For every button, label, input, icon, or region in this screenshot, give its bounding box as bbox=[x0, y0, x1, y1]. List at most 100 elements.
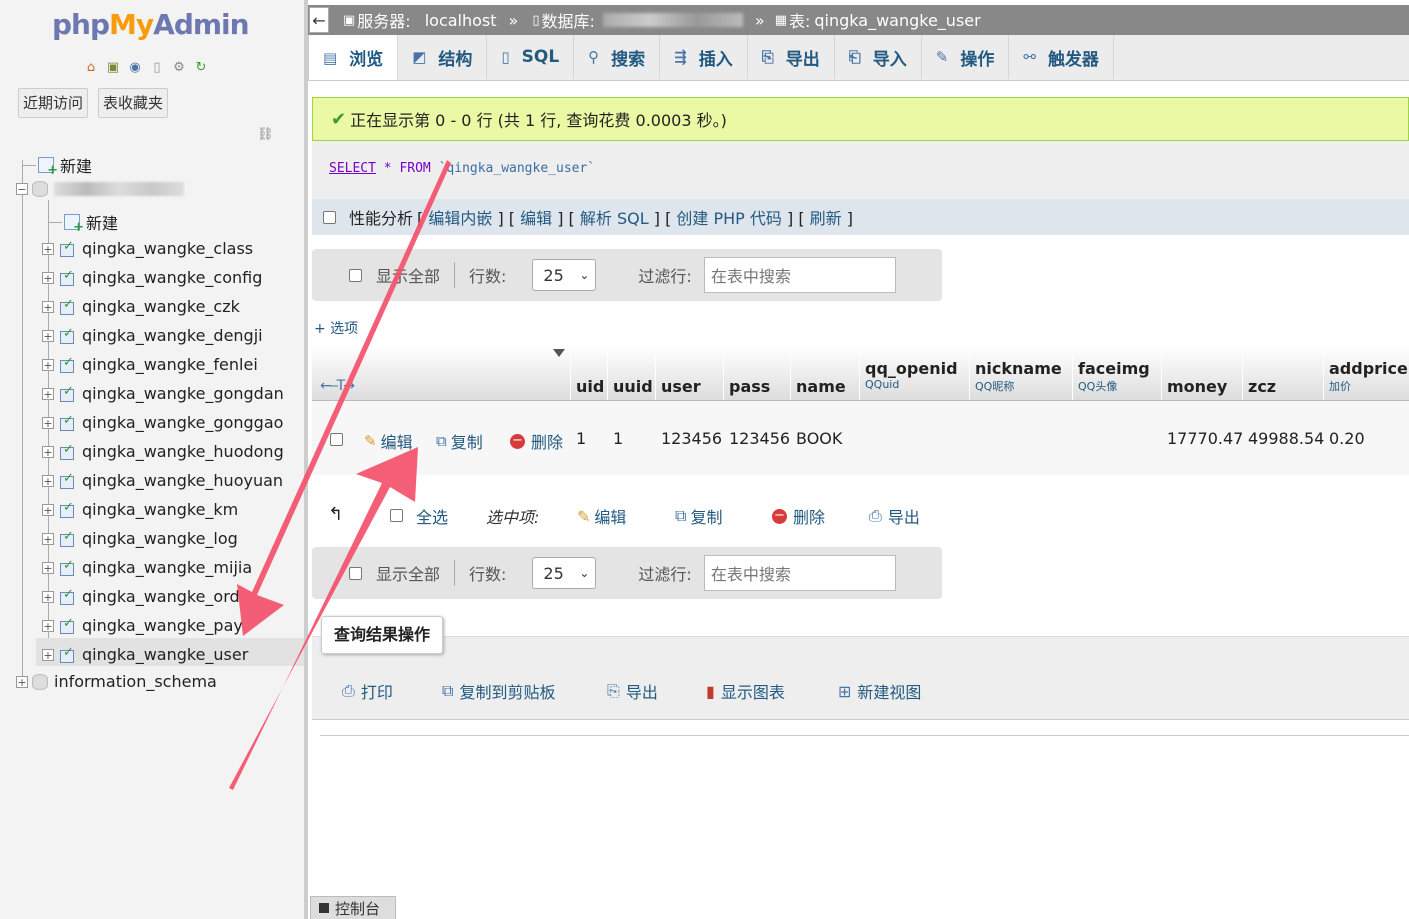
column-name[interactable]: uid bbox=[576, 377, 604, 396]
expand-icon[interactable]: + bbox=[42, 648, 54, 661]
cell-zcz[interactable]: 49988.54 bbox=[1248, 429, 1324, 448]
query-link[interactable]: 编辑内嵌 bbox=[428, 209, 492, 228]
bulk-copy-button[interactable]: ⧉ 复制 bbox=[675, 504, 722, 528]
tab-label[interactable]: 导入 bbox=[873, 45, 907, 70]
sidebar-item-label[interactable]: qingka_wangke_ord bbox=[82, 587, 240, 606]
create-view-label[interactable]: 新建视图 bbox=[857, 679, 921, 703]
tab-insert[interactable]: ⇶ 插入 bbox=[660, 35, 748, 79]
tab-import[interactable]: ⎗ 导入 bbox=[835, 35, 922, 79]
sidebar-item-label[interactable]: qingka_wangke_mijia bbox=[82, 558, 252, 577]
recent-button[interactable]: 近期访问 bbox=[18, 88, 89, 118]
new-table-item[interactable]: 新建 bbox=[48, 210, 118, 235]
rows-select[interactable]: 25 ⌄ bbox=[532, 259, 597, 291]
column-arrows-icon[interactable]: ←‒T→ bbox=[320, 378, 355, 394]
column-name[interactable]: user bbox=[661, 377, 701, 396]
tab-label[interactable]: 插入 bbox=[699, 45, 733, 70]
sidebar-item-label[interactable]: qingka_wangke_fenlei bbox=[82, 355, 258, 374]
home-icon[interactable]: ⌂ bbox=[82, 58, 100, 76]
expand-icon[interactable]: + bbox=[16, 675, 28, 688]
sidebar-item-table[interactable]: + qingka_wangke_user bbox=[42, 645, 248, 664]
sidebar-item-table[interactable]: + qingka_wangke_km bbox=[42, 500, 238, 519]
table-icon[interactable] bbox=[58, 645, 76, 663]
collapse-icon[interactable]: − bbox=[16, 183, 28, 195]
sidebar-item-label[interactable]: qingka_wangke_pay bbox=[82, 616, 243, 635]
cell-uuid[interactable]: 1 bbox=[613, 429, 623, 448]
cell-name[interactable]: BOOK bbox=[796, 429, 842, 448]
table-icon[interactable] bbox=[58, 442, 76, 460]
sidebar-item-label[interactable]: qingka_wangke_km bbox=[82, 500, 238, 519]
bulk-copy-label[interactable]: 复制 bbox=[690, 504, 722, 528]
tab-sql[interactable]: ▯ SQL bbox=[487, 35, 575, 79]
column-name[interactable]: money bbox=[1167, 377, 1227, 396]
column-separator[interactable] bbox=[1161, 346, 1162, 400]
collapse-nav-button[interactable]: ← bbox=[309, 7, 329, 33]
table-icon[interactable] bbox=[58, 616, 76, 634]
sidebar-item-label[interactable]: qingka_wangke_class bbox=[82, 239, 253, 258]
cell-addprice[interactable]: 0.20 bbox=[1329, 429, 1365, 448]
sidebar-item-table[interactable]: + qingka_wangke_gonggao bbox=[42, 413, 283, 432]
filter-input[interactable]: 在表中搜索 bbox=[703, 555, 896, 591]
column-name[interactable]: name bbox=[796, 377, 846, 396]
tab-wrench[interactable]: ✎ 操作 bbox=[922, 35, 1010, 79]
query-link[interactable]: 创建 PHP 代码 bbox=[676, 209, 782, 228]
sidebar-item-label[interactable]: qingka_wangke_gonggao bbox=[82, 413, 283, 432]
export-label[interactable]: 导出 bbox=[626, 679, 658, 703]
column-separator[interactable] bbox=[1242, 346, 1243, 400]
sidebar-item-label[interactable]: qingka_wangke_huodong bbox=[82, 442, 284, 461]
column-separator[interactable] bbox=[859, 346, 860, 400]
column-separator[interactable] bbox=[1323, 346, 1324, 400]
column-separator[interactable] bbox=[655, 346, 656, 400]
sidebar-item-label[interactable]: qingka_wangke_config bbox=[82, 268, 262, 287]
sidebar-item-table[interactable]: + qingka_wangke_huodong bbox=[42, 442, 284, 461]
column-header-pass[interactable]: pass bbox=[729, 377, 770, 396]
column-name[interactable]: pass bbox=[729, 377, 770, 396]
expand-icon[interactable]: + bbox=[42, 474, 54, 487]
sidebar-item-table[interactable]: + qingka_wangke_class bbox=[42, 239, 253, 258]
column-separator[interactable] bbox=[570, 346, 571, 400]
breadcrumb-database[interactable]: ▯ 数据库: bbox=[532, 8, 743, 32]
tab-label[interactable]: 搜索 bbox=[611, 45, 645, 70]
expand-icon[interactable]: + bbox=[42, 300, 54, 313]
sort-dropdown-icon[interactable] bbox=[553, 349, 565, 357]
column-separator[interactable] bbox=[723, 346, 724, 400]
column-header-uuid[interactable]: uuid bbox=[613, 377, 653, 396]
console-label[interactable]: 控制台 bbox=[335, 898, 380, 919]
cell-uid[interactable]: 1 bbox=[576, 429, 586, 448]
options-link[interactable]: + 选项 bbox=[314, 318, 358, 338]
print-button[interactable]: ⎙ 打印 bbox=[342, 679, 393, 703]
settings-icon[interactable]: ⚙ bbox=[170, 58, 188, 76]
column-header-name[interactable]: name bbox=[796, 377, 846, 396]
expand-icon[interactable]: + bbox=[42, 445, 54, 458]
cell-money[interactable]: 17770.47 bbox=[1167, 429, 1243, 448]
favorites-button[interactable]: 表收藏夹 bbox=[98, 88, 169, 118]
sidebar-item-table[interactable]: + qingka_wangke_dengji bbox=[42, 326, 263, 345]
table-icon[interactable] bbox=[58, 355, 76, 373]
new-database-item[interactable]: 新建 bbox=[22, 153, 92, 178]
bulk-export-button[interactable]: ⎙ 导出 bbox=[869, 504, 920, 528]
table-icon[interactable] bbox=[58, 500, 76, 518]
sidebar-item-label[interactable]: qingka_wangke_user bbox=[82, 645, 248, 664]
nav-resizer[interactable] bbox=[304, 0, 308, 919]
row-copy-label[interactable]: 复制 bbox=[451, 429, 483, 453]
help-icon[interactable]: ◉ bbox=[126, 58, 144, 76]
table-icon[interactable] bbox=[58, 326, 76, 344]
table-icon[interactable] bbox=[58, 529, 76, 547]
check-all-checkbox[interactable] bbox=[390, 509, 403, 522]
table-icon[interactable] bbox=[58, 558, 76, 576]
column-header-zcz[interactable]: zcz bbox=[1248, 377, 1276, 396]
copy-clipboard-button[interactable]: ⧉ 复制到剪贴板 bbox=[442, 679, 555, 703]
profiling-checkbox[interactable] bbox=[323, 210, 336, 224]
query-link[interactable]: 刷新 bbox=[810, 209, 842, 228]
tab-browse[interactable]: ▤ 浏览 bbox=[308, 35, 399, 80]
bulk-delete-label[interactable]: 删除 bbox=[793, 504, 825, 528]
sidebar-item-label[interactable]: qingka_wangke_gongdan bbox=[82, 384, 284, 403]
expand-icon[interactable]: + bbox=[42, 619, 54, 632]
column-separator[interactable] bbox=[607, 346, 608, 400]
query-link[interactable]: 编辑 bbox=[520, 209, 552, 228]
column-header-faceimg[interactable]: faceimg QQ头像 bbox=[1078, 359, 1150, 394]
sidebar-item-table[interactable]: + qingka_wangke_config bbox=[42, 268, 262, 287]
show-all-checkbox[interactable] bbox=[349, 268, 362, 282]
table-icon[interactable] bbox=[58, 239, 76, 257]
expand-icon[interactable]: + bbox=[42, 387, 54, 400]
print-label[interactable]: 打印 bbox=[361, 679, 393, 703]
